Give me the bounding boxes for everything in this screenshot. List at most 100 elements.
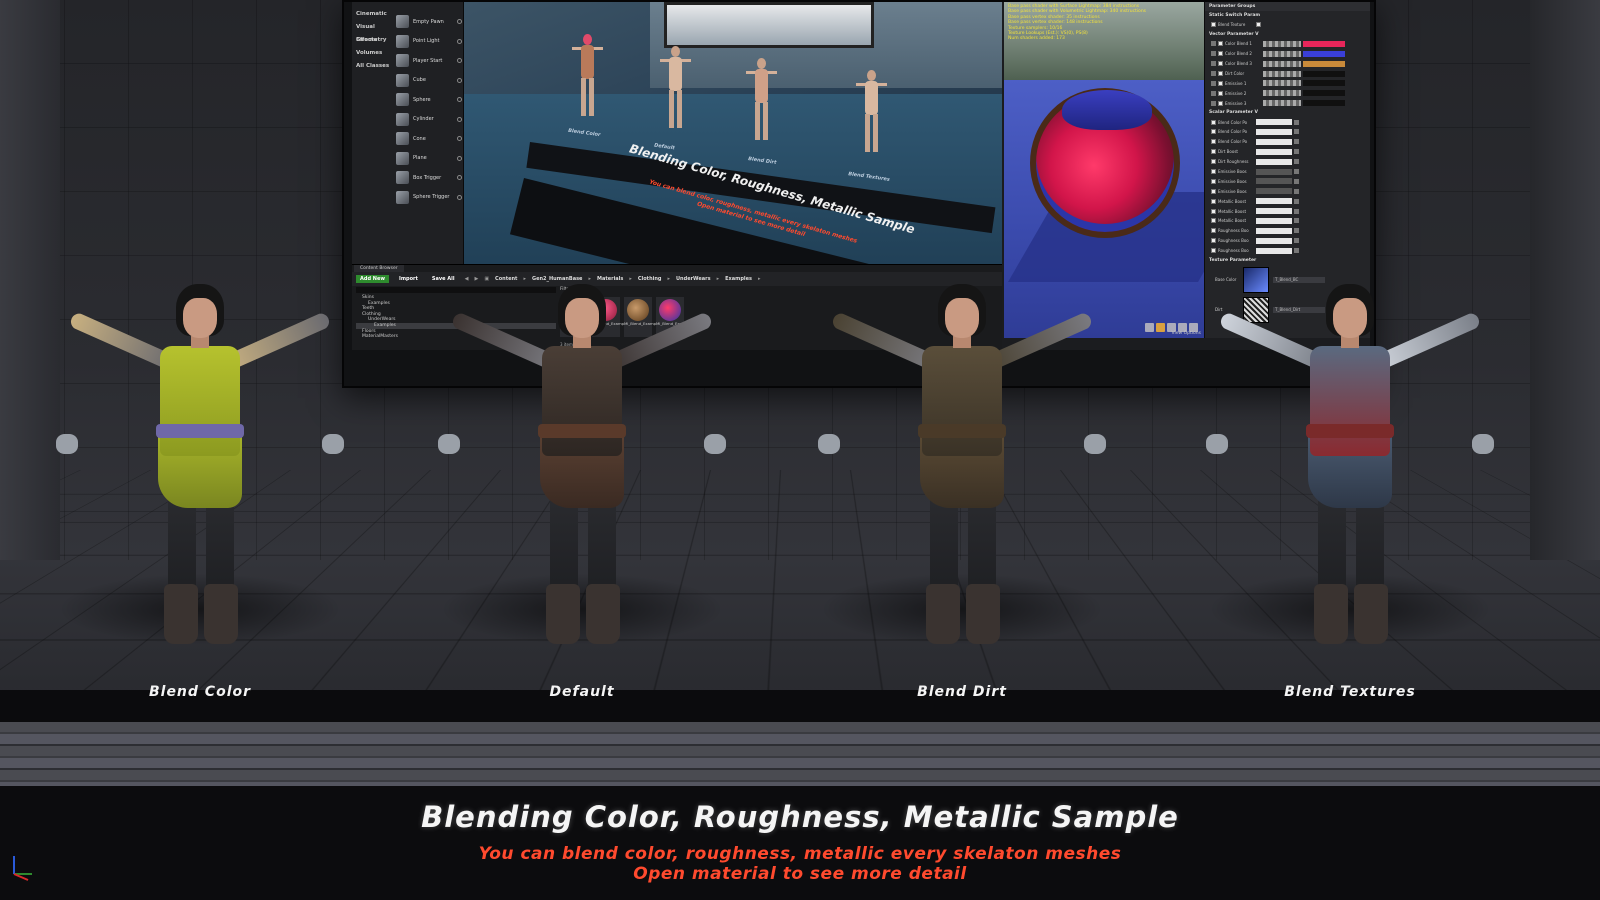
- section-vector-parameters[interactable]: Vector Parameter V: [1205, 30, 1370, 39]
- override-checkbox[interactable]: [1211, 248, 1216, 254]
- place-actors-category[interactable]: All Classes: [356, 60, 396, 73]
- info-icon[interactable]: [457, 19, 462, 25]
- override-checkbox[interactable]: [1211, 119, 1216, 125]
- import-button[interactable]: Import: [395, 275, 422, 283]
- override-checkbox[interactable]: [1211, 159, 1216, 165]
- override-checkbox[interactable]: [1218, 90, 1223, 96]
- color-swatch[interactable]: [1303, 80, 1345, 87]
- scalar-value-input[interactable]: [1256, 227, 1292, 234]
- reset-arrow-icon[interactable]: [1294, 159, 1299, 165]
- info-icon[interactable]: [457, 194, 462, 200]
- override-checkbox[interactable]: [1211, 238, 1216, 244]
- save-all-button[interactable]: Save All: [428, 275, 459, 283]
- reset-arrow-icon[interactable]: [1294, 198, 1299, 204]
- level-viewport[interactable]: Blend Color Default Blend Dirt Blend Tex…: [464, 2, 1002, 264]
- preview-mannequin[interactable]: [660, 46, 691, 128]
- expand-arrow-icon[interactable]: [1211, 80, 1216, 86]
- override-checkbox[interactable]: [1218, 100, 1223, 106]
- place-actor-item[interactable]: Player Start: [396, 51, 462, 71]
- content-browser-tab[interactable]: Content Browser: [354, 265, 404, 272]
- scalar-value-input[interactable]: [1256, 128, 1292, 135]
- override-checkbox[interactable]: [1218, 71, 1223, 76]
- breadcrumb-item[interactable]: Materials: [597, 276, 623, 282]
- place-actor-item[interactable]: Sphere Trigger: [396, 188, 462, 208]
- scalar-value-input[interactable]: [1256, 168, 1292, 175]
- place-actors-category[interactable]: Geometry: [356, 34, 396, 47]
- override-checkbox[interactable]: [1211, 169, 1216, 175]
- override-checkbox[interactable]: [1218, 80, 1223, 86]
- preview-mannequin[interactable]: [856, 70, 887, 152]
- color-swatch[interactable]: [1303, 90, 1345, 97]
- section-static-switch[interactable]: Static Switch Param: [1205, 11, 1370, 20]
- breadcrumb-item[interactable]: Gen2_HumanBase: [532, 276, 582, 282]
- info-icon[interactable]: [457, 116, 462, 122]
- breadcrumb-item[interactable]: Clothing: [638, 276, 662, 282]
- scalar-value-input[interactable]: [1256, 188, 1292, 195]
- place-actor-item[interactable]: Cube: [396, 71, 462, 91]
- expand-arrow-icon[interactable]: [1211, 61, 1216, 67]
- info-icon[interactable]: [457, 175, 462, 181]
- reset-arrow-icon[interactable]: [1294, 248, 1299, 254]
- breadcrumb-item[interactable]: Examples: [725, 276, 752, 282]
- breadcrumb-item[interactable]: UnderWears: [676, 276, 711, 282]
- place-actor-item[interactable]: Empty Pawn: [396, 12, 462, 32]
- section-scalar-parameters[interactable]: Scalar Parameter V: [1205, 108, 1370, 117]
- reset-arrow-icon[interactable]: [1294, 149, 1299, 155]
- scalar-value-input[interactable]: [1256, 138, 1292, 145]
- place-actor-item[interactable]: Plane: [396, 149, 462, 169]
- info-icon[interactable]: [457, 77, 462, 83]
- place-actors-category[interactable]: Visual Effects: [356, 21, 396, 43]
- character-model[interactable]: [812, 284, 1112, 664]
- character-model[interactable]: [1200, 284, 1500, 664]
- back-arrow-icon[interactable]: ◀: [465, 276, 469, 282]
- value-checkbox[interactable]: [1256, 22, 1261, 28]
- place-actor-item[interactable]: Point Light: [396, 32, 462, 52]
- place-actors-category[interactable]: Volumes: [356, 47, 396, 60]
- material-preview-sphere[interactable]: [1030, 88, 1180, 238]
- override-checkbox[interactable]: [1211, 228, 1216, 234]
- info-icon[interactable]: [457, 38, 462, 44]
- reset-arrow-icon[interactable]: [1294, 188, 1299, 194]
- breadcrumb-item[interactable]: Content: [495, 276, 517, 282]
- scalar-value-input[interactable]: [1256, 158, 1292, 165]
- info-icon[interactable]: [457, 136, 462, 142]
- scalar-value-input[interactable]: [1256, 178, 1292, 185]
- place-actor-item[interactable]: Sphere: [396, 90, 462, 110]
- override-checkbox[interactable]: [1211, 188, 1216, 194]
- reset-arrow-icon[interactable]: [1294, 119, 1299, 125]
- override-checkbox[interactable]: [1211, 129, 1216, 135]
- texture-asset-dropdown[interactable]: T_Blend_BC: [1273, 276, 1325, 283]
- color-swatch[interactable]: [1303, 50, 1345, 57]
- expand-arrow-icon[interactable]: [1211, 51, 1216, 57]
- info-icon[interactable]: [457, 58, 462, 64]
- scalar-value-input[interactable]: [1256, 148, 1292, 155]
- override-checkbox[interactable]: [1211, 149, 1216, 155]
- reset-arrow-icon[interactable]: [1294, 228, 1299, 234]
- override-checkbox[interactable]: [1211, 139, 1216, 145]
- place-actors-category[interactable]: Cinematic: [356, 8, 396, 21]
- reset-arrow-icon[interactable]: [1294, 178, 1299, 184]
- color-swatch[interactable]: [1303, 100, 1345, 107]
- override-checkbox[interactable]: [1218, 51, 1223, 57]
- preview-mannequin[interactable]: [572, 34, 603, 116]
- scalar-value-input[interactable]: [1256, 198, 1292, 205]
- info-icon[interactable]: [457, 155, 462, 161]
- override-checkbox[interactable]: [1211, 198, 1216, 204]
- override-checkbox[interactable]: [1211, 218, 1216, 224]
- scalar-value-input[interactable]: [1256, 217, 1292, 224]
- add-new-button[interactable]: Add New: [356, 275, 389, 283]
- color-swatch[interactable]: [1303, 40, 1345, 47]
- color-swatch[interactable]: [1303, 60, 1345, 67]
- color-swatch[interactable]: [1303, 70, 1345, 77]
- place-actor-item[interactable]: Cone: [396, 129, 462, 149]
- scalar-value-input[interactable]: [1256, 119, 1292, 126]
- place-actor-item[interactable]: Cylinder: [396, 110, 462, 130]
- override-checkbox[interactable]: [1211, 22, 1216, 28]
- section-parameter-groups[interactable]: Parameter Groups: [1205, 2, 1370, 11]
- character-model[interactable]: [432, 284, 732, 664]
- expand-arrow-icon[interactable]: [1211, 100, 1216, 106]
- reset-arrow-icon[interactable]: [1294, 208, 1299, 214]
- override-checkbox[interactable]: [1218, 41, 1223, 47]
- override-checkbox[interactable]: [1211, 208, 1216, 214]
- override-checkbox[interactable]: [1211, 178, 1216, 184]
